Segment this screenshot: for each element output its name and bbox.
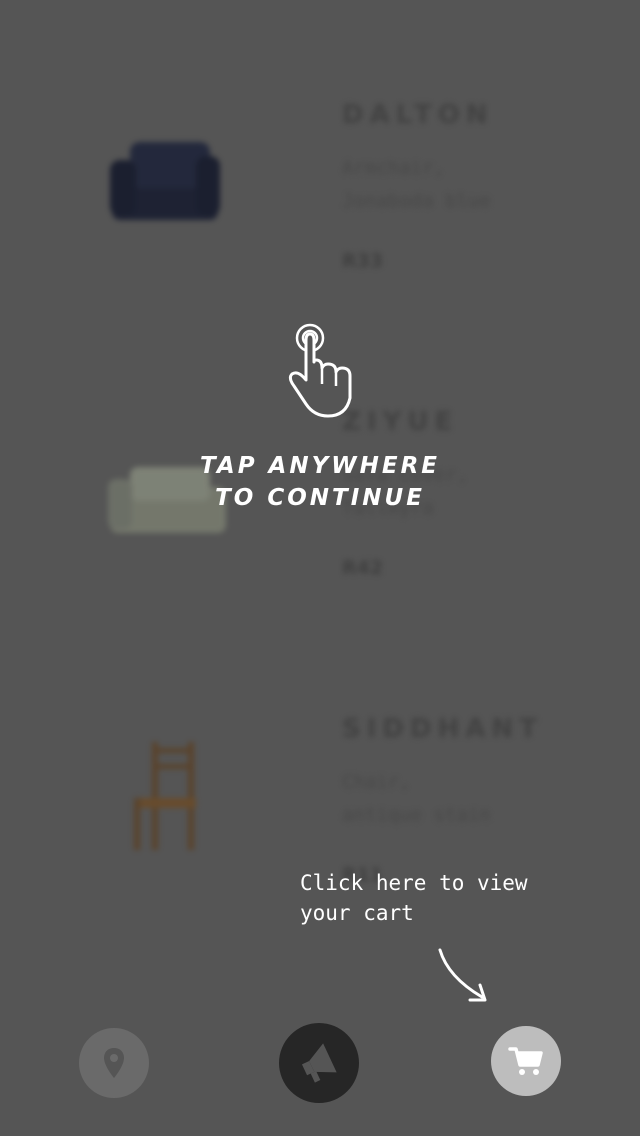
tap-hand-icon — [288, 323, 352, 418]
promotions-button[interactable] — [279, 1023, 359, 1103]
cart-hint-text: Click here to view your cart — [300, 871, 528, 925]
megaphone-icon — [301, 1043, 337, 1083]
tutorial-overlay[interactable]: TAP ANYWHERE TO CONTINUE Click here to v… — [0, 0, 640, 1136]
tap-anywhere-message: TAP ANYWHERE TO CONTINUE — [199, 453, 441, 511]
curved-arrow-icon — [438, 948, 487, 1002]
cart-icon — [508, 1047, 543, 1075]
location-button[interactable] — [79, 1028, 149, 1098]
cart-button[interactable] — [491, 1026, 561, 1096]
map-pin-icon — [104, 1048, 124, 1078]
